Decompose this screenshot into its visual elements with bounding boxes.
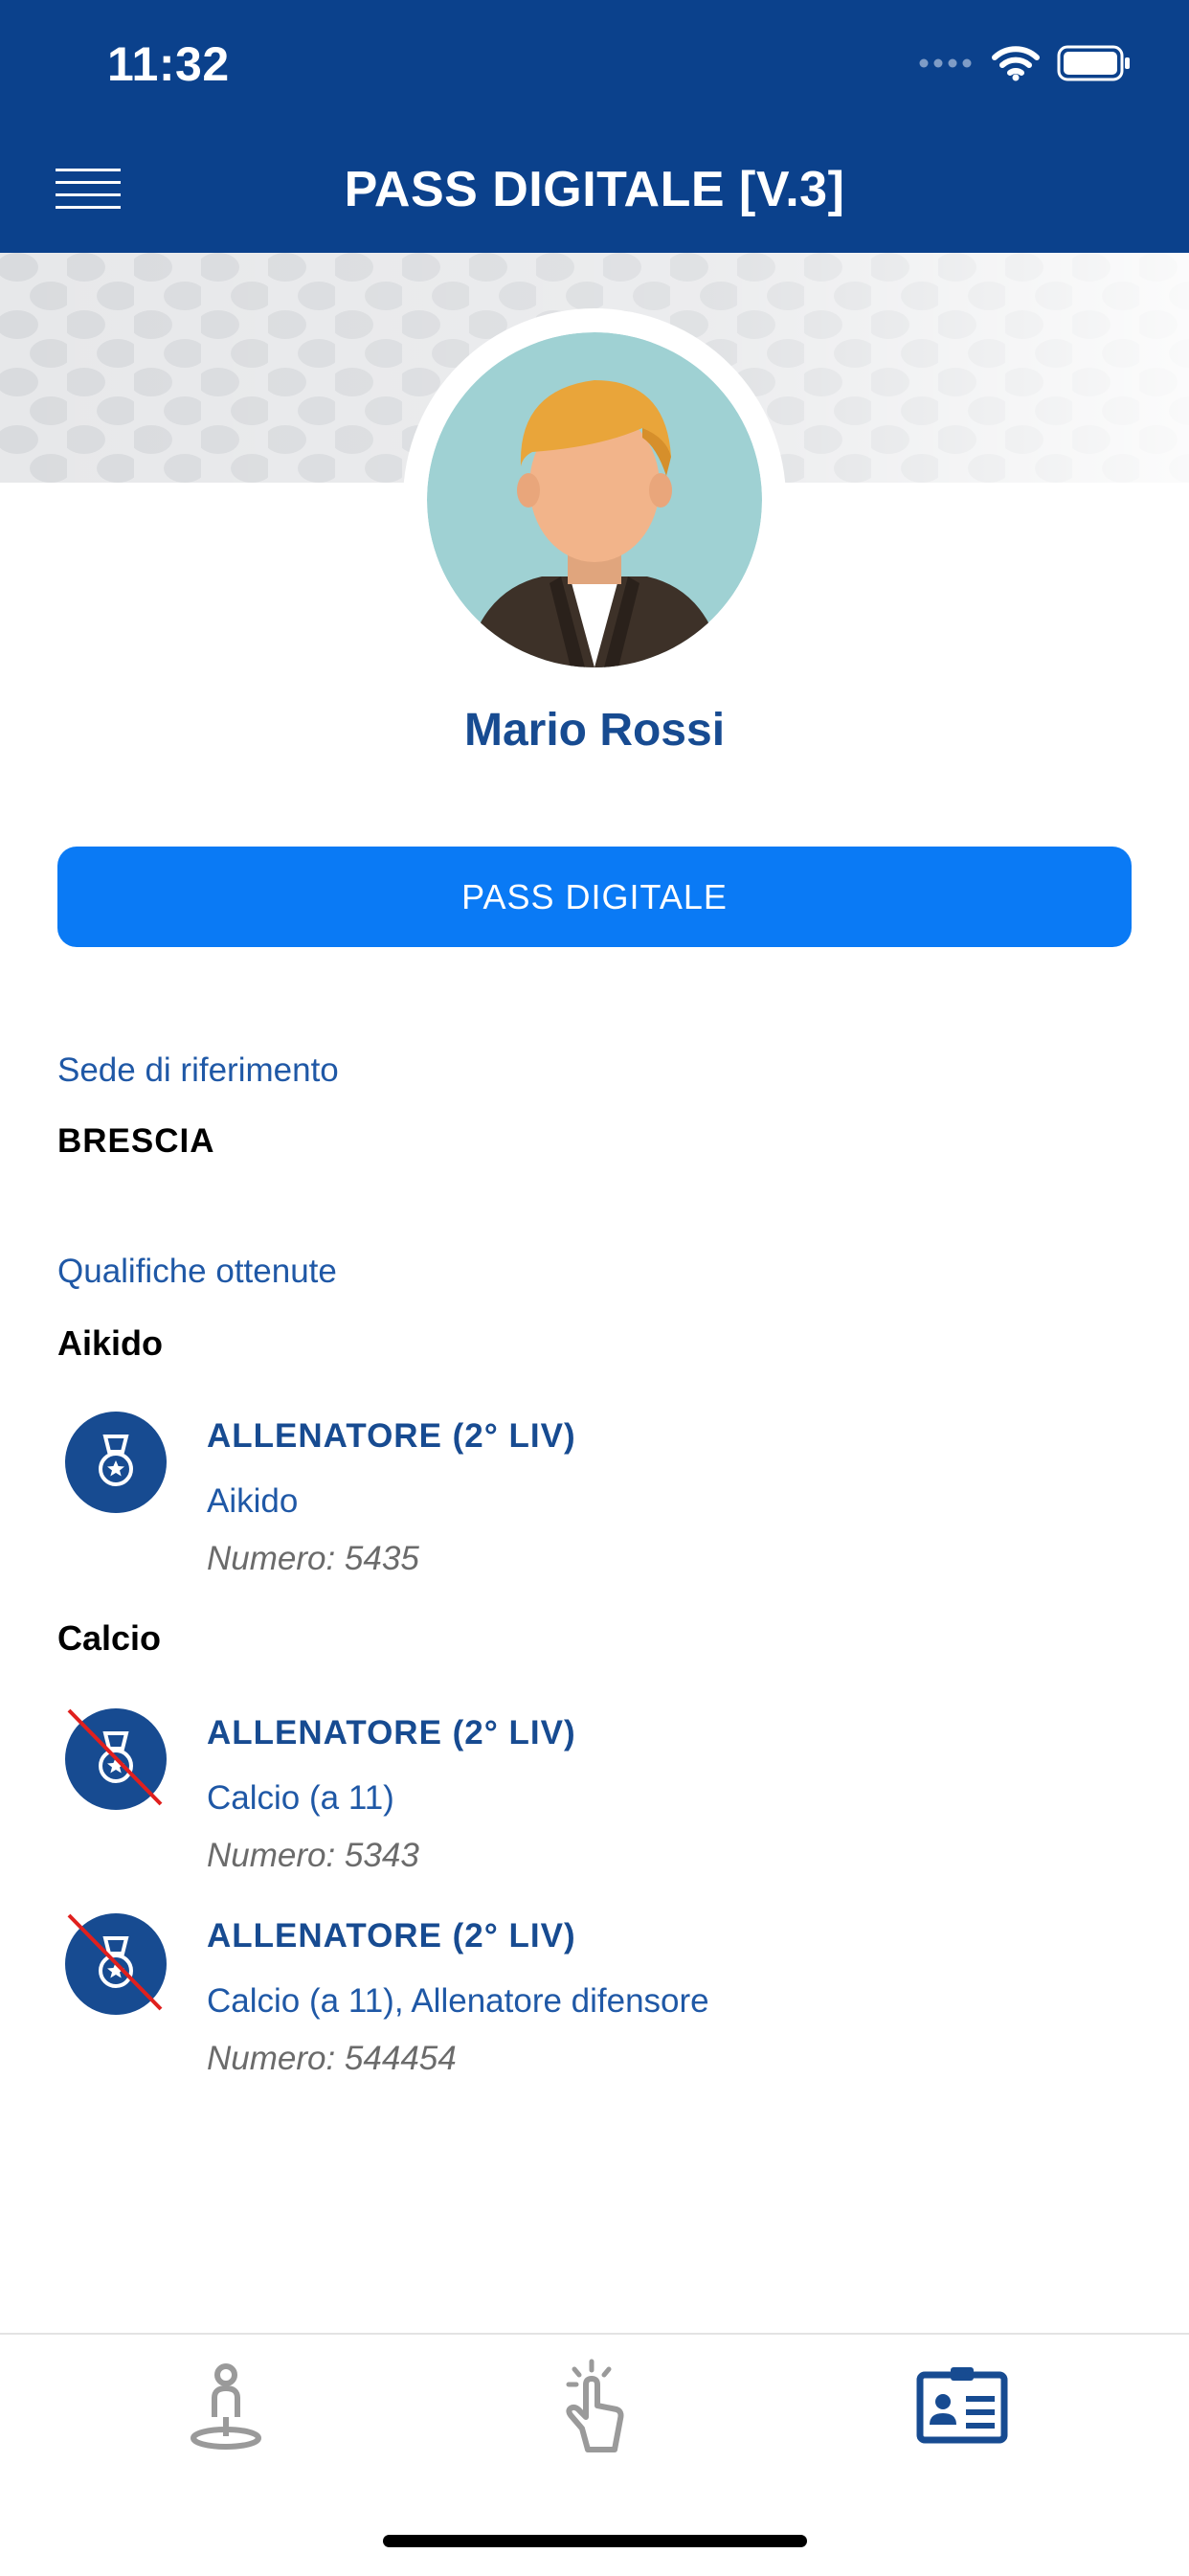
revoked-medal-icon: [65, 1708, 167, 1810]
qualification-title: ALLENATORE (2° LIV): [207, 1917, 576, 1955]
page-title: PASS DIGITALE [V.3]: [344, 162, 845, 217]
sport-heading: Calcio: [57, 1618, 162, 1658]
sport-heading: Aikido: [57, 1323, 164, 1363]
qualification-title: ALLENATORE (2° LIV): [207, 1714, 576, 1751]
profile-name: Mario Rossi: [463, 705, 726, 756]
battery-icon: [1057, 45, 1130, 81]
status-time: 11:32: [107, 37, 230, 91]
qualification-description: Calcio (a 11), Allenatore difensore: [207, 1982, 709, 2020]
top-bar: 11:32 PASS DIGITALE [V.3]: [0, 0, 1189, 253]
wifi-icon: [992, 46, 1040, 81]
signal-icon: [919, 58, 972, 68]
id-card-icon[interactable]: [914, 2358, 1010, 2453]
user-avatar-illustration: [427, 332, 762, 667]
qualification-title: ALLENATORE (2° LIV): [207, 1417, 576, 1455]
qualification-description: Calcio (a 11): [207, 1779, 394, 1817]
revoked-medal-icon: [65, 1913, 167, 2015]
qualification-description: Aikido: [207, 1482, 299, 1520]
sede-label: Sede di riferimento: [57, 1051, 339, 1089]
location-person-icon[interactable]: [178, 2358, 274, 2453]
qualifiche-label: Qualifiche ottenute: [57, 1253, 337, 1290]
tap-hand-icon[interactable]: [546, 2358, 641, 2453]
medal-icon: [65, 1412, 167, 1513]
qualification-number: Numero: 544454: [207, 2040, 457, 2077]
avatar: [403, 308, 786, 691]
qualification-number: Numero: 5435: [207, 1540, 419, 1577]
pass-digitale-button[interactable]: PASS DIGITALE: [57, 847, 1132, 947]
qualification-number: Numero: 5343: [207, 1837, 419, 1874]
home-indicator: [383, 2535, 807, 2547]
sede-value: BRESCIA: [57, 1122, 215, 1160]
status-icons: [919, 44, 1132, 82]
